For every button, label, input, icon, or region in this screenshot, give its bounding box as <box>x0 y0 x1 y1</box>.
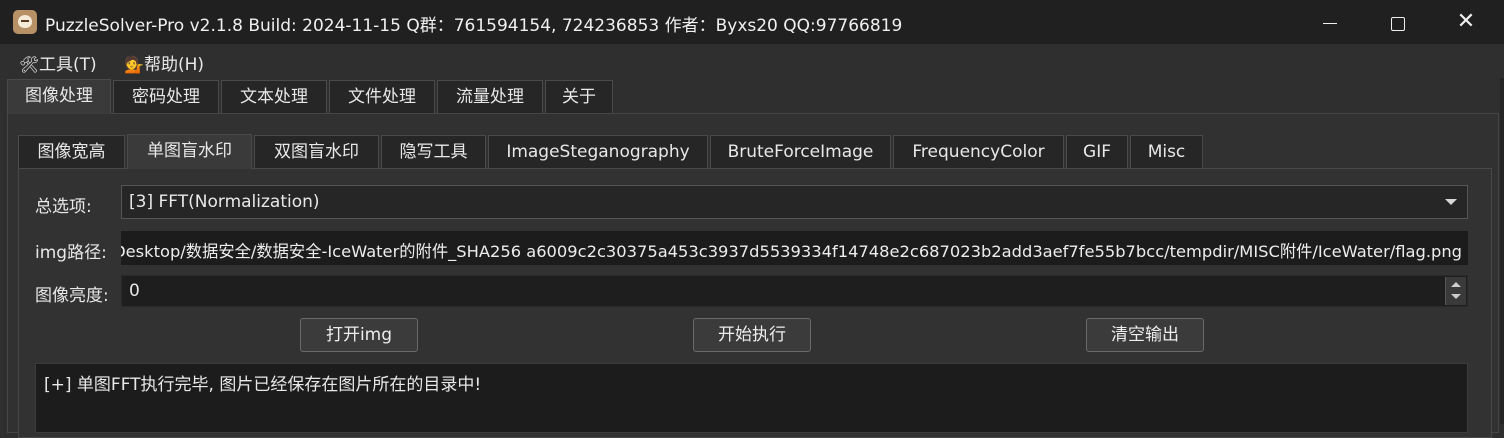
minimize-button[interactable] <box>1296 0 1364 44</box>
tab-dual-blind-watermark[interactable]: 双图盲水印 <box>254 135 379 168</box>
tab-file-processing[interactable]: 文件处理 <box>329 80 435 113</box>
option-label: 总选项: <box>35 197 92 217</box>
close-button[interactable]: ✕ <box>1432 0 1500 44</box>
img-path-input[interactable]: C:/Users/user/Desktop/数据安全/数据安全-IceWater… <box>121 231 1468 265</box>
help-person-icon: 💁 <box>124 55 144 74</box>
start-run-button[interactable]: 开始执行 <box>693 318 811 352</box>
minimize-icon <box>1323 23 1337 24</box>
spin-down-icon[interactable] <box>1451 294 1461 299</box>
output-textarea[interactable]: [+] 单图FFT执行完毕, 图片已经保存在图片所在的目录中! <box>35 363 1468 433</box>
tab-stego-tools[interactable]: 隐写工具 <box>381 135 486 168</box>
window-title: PuzzleSolver-Pro v2.1.8 Build: 2024-11-1… <box>45 16 903 36</box>
tab-crypto-processing[interactable]: 密码处理 <box>113 80 219 113</box>
brightness-label: 图像亮度: <box>35 286 109 306</box>
tab-image-steganography[interactable]: ImageSteganography <box>488 135 708 168</box>
brightness-value: 0 <box>129 281 140 301</box>
menu-help[interactable]: 💁帮助(H) <box>124 50 205 75</box>
tab-about[interactable]: 关于 <box>545 80 613 113</box>
app-sheep-icon <box>13 10 37 34</box>
menu-help-label: 帮助(H) <box>144 55 205 75</box>
menu-tools-label: 工具(T) <box>39 55 97 75</box>
tab-image-processing[interactable]: 图像处理 <box>7 79 111 114</box>
title-bar[interactable]: PuzzleSolver-Pro v2.1.8 Build: 2024-11-1… <box>0 0 1504 44</box>
tab-image-size[interactable]: 图像宽高 <box>18 135 125 168</box>
spin-buttons[interactable] <box>1445 277 1466 305</box>
tab-brute-force-image[interactable]: BruteForceImage <box>710 135 891 168</box>
tab-gif[interactable]: GIF <box>1066 135 1128 168</box>
menu-bar: 🛠工具(T) 💁帮助(H) <box>0 44 1504 78</box>
tab-text-processing[interactable]: 文本处理 <box>221 80 327 113</box>
tab-misc[interactable]: Misc <box>1130 135 1203 168</box>
tab-traffic-processing[interactable]: 流量处理 <box>437 80 543 113</box>
img-path-label: img路径: <box>35 243 107 263</box>
brightness-spinbox[interactable]: 0 <box>121 275 1468 307</box>
maximize-button[interactable] <box>1364 0 1432 44</box>
option-select-value: [3] FFT(Normalization) <box>129 192 320 212</box>
tab-frequency-color[interactable]: FrequencyColor <box>893 135 1064 168</box>
open-img-button[interactable]: 打开img <box>300 318 418 352</box>
window-edge <box>1500 44 1504 424</box>
tools-icon: 🛠 <box>19 55 40 74</box>
maximize-icon <box>1391 16 1405 31</box>
option-select[interactable]: [3] FFT(Normalization) <box>121 185 1468 219</box>
output-text: [+] 单图FFT执行完毕, 图片已经保存在图片所在的目录中! <box>44 375 482 395</box>
clear-output-button[interactable]: 清空输出 <box>1086 318 1204 352</box>
chevron-down-icon <box>1445 199 1457 205</box>
img-path-value: C:/Users/user/Desktop/数据安全/数据安全-IceWater… <box>121 242 1462 261</box>
menu-tools[interactable]: 🛠工具(T) <box>19 50 97 75</box>
tab-single-blind-watermark[interactable]: 单图盲水印 <box>127 134 252 169</box>
close-icon: ✕ <box>1456 9 1476 34</box>
spin-up-icon[interactable] <box>1451 282 1461 287</box>
